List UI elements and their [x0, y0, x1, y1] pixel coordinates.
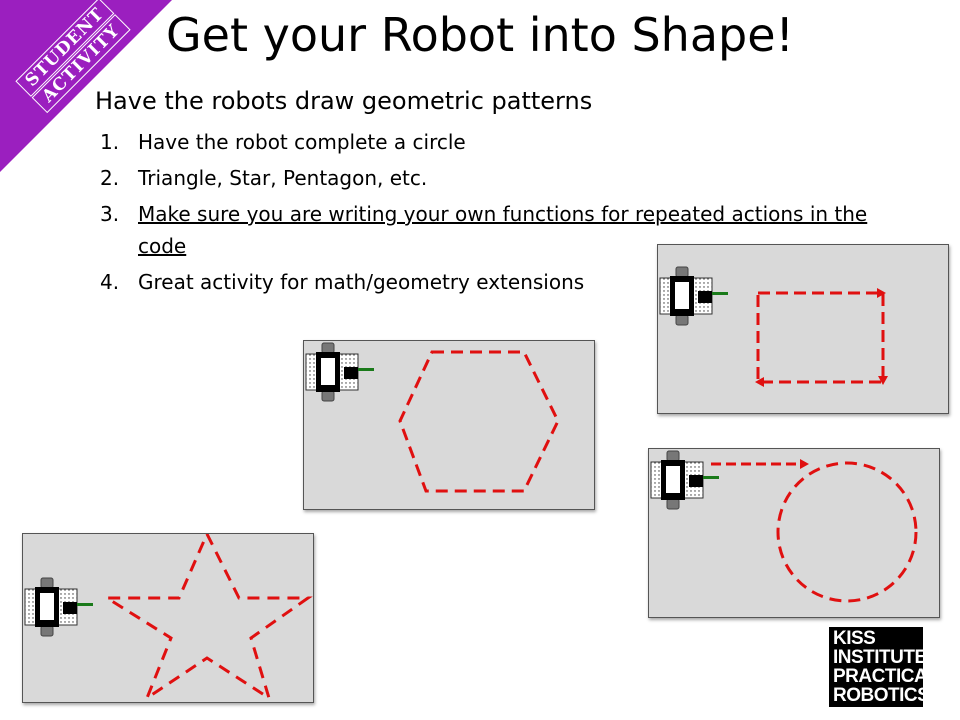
robot-screen [675, 282, 689, 309]
star-pattern-panel [22, 533, 314, 703]
logo-line-practical: PRACTICAL [833, 666, 939, 687]
robot-top-wheel [666, 450, 680, 462]
logo-word-institute: INSTITUTE [833, 647, 927, 668]
robot-sensor [358, 368, 374, 371]
robot-sensor [703, 476, 719, 479]
robot-sensor-mount [344, 367, 358, 379]
robot-sensor [712, 292, 728, 295]
list-item: 2. Triangle, Star, Pentagon, etc. [100, 162, 900, 194]
slide-title: Get your Robot into Shape! [166, 8, 794, 62]
circle-pattern-drawing [650, 450, 918, 603]
list-number: 3. [100, 202, 120, 226]
logo-line-robotics: ROBOTICS [833, 685, 930, 706]
logo-word-for: FOR [927, 654, 943, 661]
robot-icon [650, 450, 719, 510]
robot-sensor [77, 603, 93, 606]
robot-icon [659, 266, 728, 326]
list-number: 1. [100, 130, 120, 154]
list-text: Triangle, Star, Pentagon, etc. [138, 166, 428, 190]
robot-top-wheel [675, 266, 689, 278]
robot-sensor-mount [698, 291, 712, 303]
path-arrow [755, 288, 888, 387]
list-number: 2. [100, 166, 120, 190]
robot-icon [305, 342, 374, 402]
robot-bottom-wheel [321, 390, 335, 402]
robot-bottom-wheel [666, 498, 680, 510]
rectangle-pattern-panel [657, 244, 949, 414]
list-text: Great activity for math/geometry extensi… [138, 270, 585, 294]
list-number: 4. [100, 270, 120, 294]
rectangle-path [756, 291, 885, 384]
logo-line-institute: INSTITUTEFOR [833, 648, 942, 667]
star-path [101, 534, 313, 702]
robot-screen [666, 466, 680, 493]
circle-pattern-panel [648, 448, 940, 618]
hexagon-pattern-drawing [305, 342, 560, 493]
hexagon-pattern-panel [303, 340, 595, 510]
robot-sensor-mount [63, 602, 77, 614]
robot-top-wheel [321, 342, 335, 354]
robot-screen [40, 593, 54, 620]
robot-top-wheel [40, 577, 54, 589]
star-pattern-drawing [24, 534, 313, 702]
kipr-logo: KISS INSTITUTEFOR PRACTICAL ROBOTICS [829, 627, 942, 707]
robot-icon [24, 577, 93, 637]
robot-bottom-wheel [675, 314, 689, 326]
list-item: 1. Have the robot complete a circle [100, 126, 900, 158]
list-text: Have the robot complete a circle [138, 130, 466, 154]
hexagon-path [398, 350, 560, 493]
circle-path [776, 461, 918, 603]
slide-subtitle: Have the robots draw geometric patterns [95, 87, 593, 115]
path-arrow [800, 459, 809, 469]
robot-sensor-mount [689, 475, 703, 487]
robot-bottom-wheel [40, 625, 54, 637]
logo-line-kiss: KISS [833, 628, 876, 649]
robot-screen [321, 358, 335, 385]
rectangle-pattern-drawing [659, 266, 888, 387]
